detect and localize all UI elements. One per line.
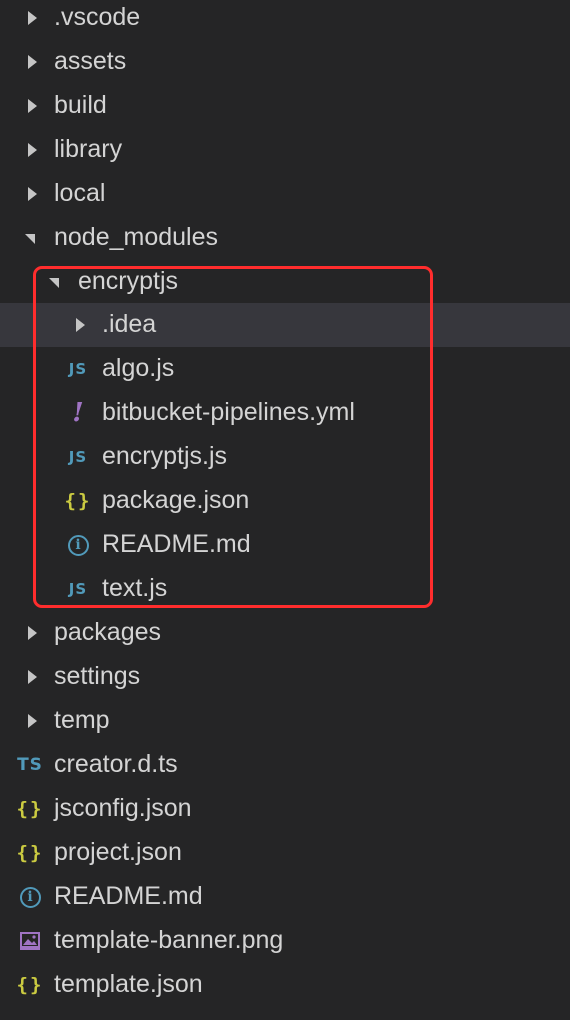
chevron-right-icon[interactable]	[16, 699, 48, 743]
tree-item-encryptjs-folder[interactable]: encryptjs	[0, 260, 570, 304]
tree-item-text-js[interactable]: JS text.js	[0, 567, 570, 611]
tree-item-label: packages	[54, 618, 162, 646]
tree-item-label: creator.d.ts	[54, 750, 178, 778]
tree-item-node-modules-folder[interactable]: node_modules	[0, 216, 570, 260]
tree-item-label: library	[54, 135, 123, 163]
tree-item-label: project.json	[54, 838, 182, 866]
tree-item-jsconfig-json[interactable]: {} jsconfig.json	[0, 787, 570, 831]
tree-item-algo-js[interactable]: JS algo.js	[0, 347, 570, 391]
tree-item-label: settings	[54, 662, 141, 690]
js-icon: JS	[68, 448, 88, 466]
tree-item-vscode-folder[interactable]: .vscode	[0, 0, 570, 40]
chevron-right-icon[interactable]	[16, 655, 48, 699]
chevron-down-icon[interactable]	[16, 216, 48, 260]
tree-item-label: package.json	[102, 486, 250, 514]
tree-item-label: .idea	[102, 310, 157, 338]
image-icon	[14, 919, 46, 963]
tree-item-readme-md[interactable]: i README.md	[0, 523, 570, 567]
chevron-right-icon[interactable]	[64, 303, 96, 347]
tree-item-readme-md-root[interactable]: i README.md	[0, 875, 570, 919]
tree-item-label: bitbucket-pipelines.yml	[102, 398, 355, 426]
js-icon: JS	[68, 580, 88, 598]
tree-item-label: encryptjs	[78, 267, 179, 295]
file-explorer-tree: .vscode assets build library local node_…	[0, 0, 570, 1020]
info-icon: i	[14, 875, 46, 919]
json-icon: {}	[64, 490, 92, 512]
tree-item-label: README.md	[54, 882, 203, 910]
chevron-right-icon[interactable]	[16, 611, 48, 655]
tree-item-temp-folder[interactable]: temp	[0, 699, 570, 743]
json-icon: {}	[16, 842, 44, 864]
tree-item-label: jsconfig.json	[54, 794, 192, 822]
info-icon: i	[62, 523, 94, 567]
tree-item-local-folder[interactable]: local	[0, 172, 570, 216]
tree-item-label: local	[54, 179, 106, 207]
tree-item-label: node_modules	[54, 223, 219, 251]
tree-item-label: assets	[54, 47, 127, 75]
tree-item-label: template-banner.png	[54, 926, 284, 954]
chevron-right-icon[interactable]	[16, 172, 48, 216]
tree-item-label: encryptjs.js	[102, 442, 228, 470]
tree-item-label: build	[54, 91, 107, 119]
tree-item-template-json[interactable]: {} template.json	[0, 963, 570, 1007]
json-icon: {}	[16, 974, 44, 996]
tree-item-label: text.js	[102, 574, 168, 602]
tree-item-settings-folder[interactable]: settings	[0, 655, 570, 699]
ts-icon: TS	[17, 755, 43, 775]
yaml-icon: !	[72, 398, 84, 428]
json-icon: {}	[16, 798, 44, 820]
js-icon: JS	[68, 360, 88, 378]
chevron-right-icon[interactable]	[16, 0, 48, 40]
tree-item-creator-d-ts[interactable]: TS creator.d.ts	[0, 743, 570, 787]
tree-item-label: template.json	[54, 970, 203, 998]
tree-item-project-json[interactable]: {} project.json	[0, 831, 570, 875]
tree-item-encryptjs-js[interactable]: JS encryptjs.js	[0, 435, 570, 479]
tree-item-package-json[interactable]: {} package.json	[0, 479, 570, 523]
chevron-right-icon[interactable]	[16, 84, 48, 128]
tree-item-bitbucket-pipelines-yml[interactable]: ! bitbucket-pipelines.yml	[0, 391, 570, 435]
chevron-down-icon[interactable]	[40, 260, 72, 304]
tree-item-label: algo.js	[102, 354, 175, 382]
tree-item-template-banner-png[interactable]: template-banner.png	[0, 919, 570, 963]
chevron-right-icon[interactable]	[16, 128, 48, 172]
tree-item-assets-folder[interactable]: assets	[0, 40, 570, 84]
tree-item-build-folder[interactable]: build	[0, 84, 570, 128]
tree-item-label: .vscode	[54, 3, 141, 31]
tree-item-label: README.md	[102, 530, 251, 558]
chevron-right-icon[interactable]	[16, 40, 48, 84]
tree-item-idea-folder[interactable]: .idea	[0, 303, 570, 347]
tree-item-library-folder[interactable]: library	[0, 128, 570, 172]
tree-item-packages-folder[interactable]: packages	[0, 611, 570, 655]
tree-item-label: temp	[54, 706, 110, 734]
